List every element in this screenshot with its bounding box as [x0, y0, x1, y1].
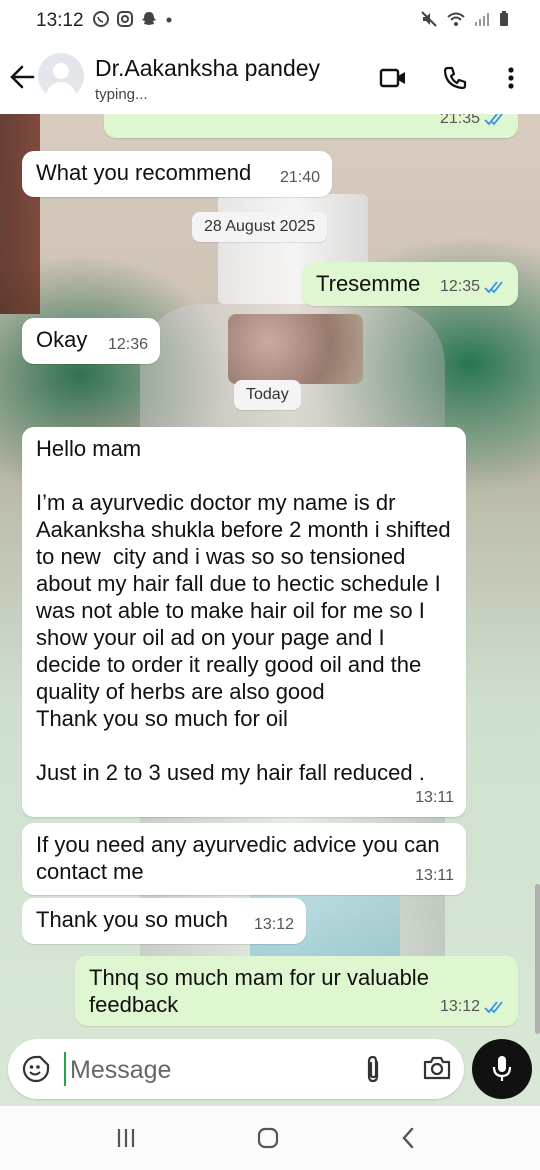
message-time: 21:40	[279, 169, 320, 186]
camera-icon	[423, 1056, 451, 1080]
message-composer	[0, 1032, 540, 1112]
message-meta: 21:40	[280, 164, 320, 191]
message-meta: 13:11	[415, 862, 454, 889]
message-bubble-incoming[interactable]: What you recommend 21:40	[22, 151, 332, 197]
message-time: 13:12	[253, 916, 294, 933]
message-text: What you recommend	[36, 160, 252, 185]
message-time: 12:36	[107, 336, 148, 353]
message-text: If you need any ayurvedic advice you can…	[36, 832, 446, 884]
recent-apps-icon	[117, 1129, 135, 1147]
signal-icon	[475, 13, 489, 26]
voice-record-button[interactable]	[472, 1039, 532, 1099]
message-bubble-outgoing[interactable]: 21:35	[104, 114, 518, 138]
video-call-icon	[379, 68, 405, 88]
status-time: 13:12	[36, 10, 84, 31]
mute-icon	[421, 11, 437, 27]
message-time: 13:11	[415, 867, 454, 884]
wallpaper-background	[0, 114, 40, 314]
message-meta: 13:12	[254, 911, 294, 938]
whatsapp-notif-icon	[93, 11, 109, 27]
message-bubble-incoming[interactable]: Hello mam I’m a ayurvedic doctor my name…	[22, 427, 466, 817]
read-tick-icon	[484, 1000, 503, 1013]
dot-notif-icon	[166, 17, 172, 23]
more-options-button[interactable]	[496, 64, 526, 92]
voice-call-button[interactable]	[440, 64, 470, 92]
instagram-notif-icon	[117, 11, 133, 27]
message-meta: 12:36	[108, 331, 148, 358]
message-input[interactable]	[68, 1052, 352, 1088]
message-text: Okay	[36, 327, 88, 352]
message-time: 13:12	[439, 998, 480, 1015]
chat-area[interactable]: 21:35 What you recommend 21:40 28 August…	[0, 114, 540, 1106]
message-meta: 12:35	[440, 273, 506, 300]
wifi-icon	[447, 12, 465, 26]
message-bubble-outgoing[interactable]: Tresemme 12:35	[302, 262, 518, 306]
emoji-icon	[22, 1055, 50, 1083]
message-bubble-incoming[interactable]: If you need any ayurvedic advice you can…	[22, 823, 466, 895]
wallpaper-herbs	[228, 314, 363, 384]
message-meta: 13:11	[415, 784, 454, 811]
status-bar: 13:12	[0, 0, 540, 42]
home-icon	[257, 1127, 279, 1149]
chat-header: Dr.Aakanksha pandey typing...	[0, 42, 540, 114]
camera-button[interactable]	[422, 1055, 452, 1083]
system-back-button[interactable]	[388, 1124, 428, 1152]
message-meta: 21:35	[440, 114, 506, 132]
message-text: Thank you so much	[36, 907, 228, 932]
contact-name[interactable]: Dr.Aakanksha pandey	[95, 55, 320, 82]
system-icons	[420, 10, 510, 28]
battery-icon	[500, 11, 508, 26]
avatar-body-shape	[46, 82, 76, 99]
message-time: 21:35	[439, 114, 480, 127]
avatar[interactable]	[38, 53, 84, 99]
emoji-button[interactable]	[22, 1055, 50, 1083]
notification-icons	[92, 10, 174, 28]
chat-scrollbar[interactable]	[535, 884, 540, 1034]
system-nav-bar	[0, 1106, 540, 1170]
message-input-container[interactable]	[8, 1039, 464, 1099]
date-divider: 28 August 2025	[192, 212, 328, 242]
video-call-button[interactable]	[378, 64, 408, 92]
message-time: 12:35	[439, 278, 480, 295]
more-options-icon	[508, 67, 514, 89]
back-button[interactable]	[8, 62, 36, 92]
message-text: Tresemme	[316, 271, 421, 296]
recent-apps-button[interactable]	[106, 1124, 146, 1152]
snapchat-notif-icon	[142, 12, 156, 25]
mic-icon	[492, 1056, 512, 1081]
date-divider: Today	[234, 380, 301, 410]
back-arrow-icon	[10, 65, 35, 89]
message-bubble-incoming[interactable]: Okay 12:36	[22, 318, 160, 364]
message-bubble-outgoing[interactable]: Thnq so much mam for ur valuable feedbac…	[75, 956, 518, 1026]
attach-icon	[367, 1055, 379, 1083]
system-back-icon	[402, 1127, 414, 1149]
attach-button[interactable]	[362, 1054, 390, 1084]
text-caret	[64, 1052, 66, 1086]
avatar-head-shape	[53, 63, 69, 79]
message-meta: 13:12	[440, 993, 506, 1020]
message-time: 13:11	[415, 789, 454, 806]
message-bubble-incoming[interactable]: Thank you so much 13:12	[22, 898, 306, 944]
message-text: Hello mam I’m a ayurvedic doctor my name…	[36, 436, 451, 785]
read-tick-icon	[484, 280, 503, 293]
home-button[interactable]	[248, 1124, 288, 1152]
contact-status: typing...	[95, 86, 148, 103]
phone-icon	[443, 66, 467, 90]
read-tick-icon	[484, 114, 503, 125]
